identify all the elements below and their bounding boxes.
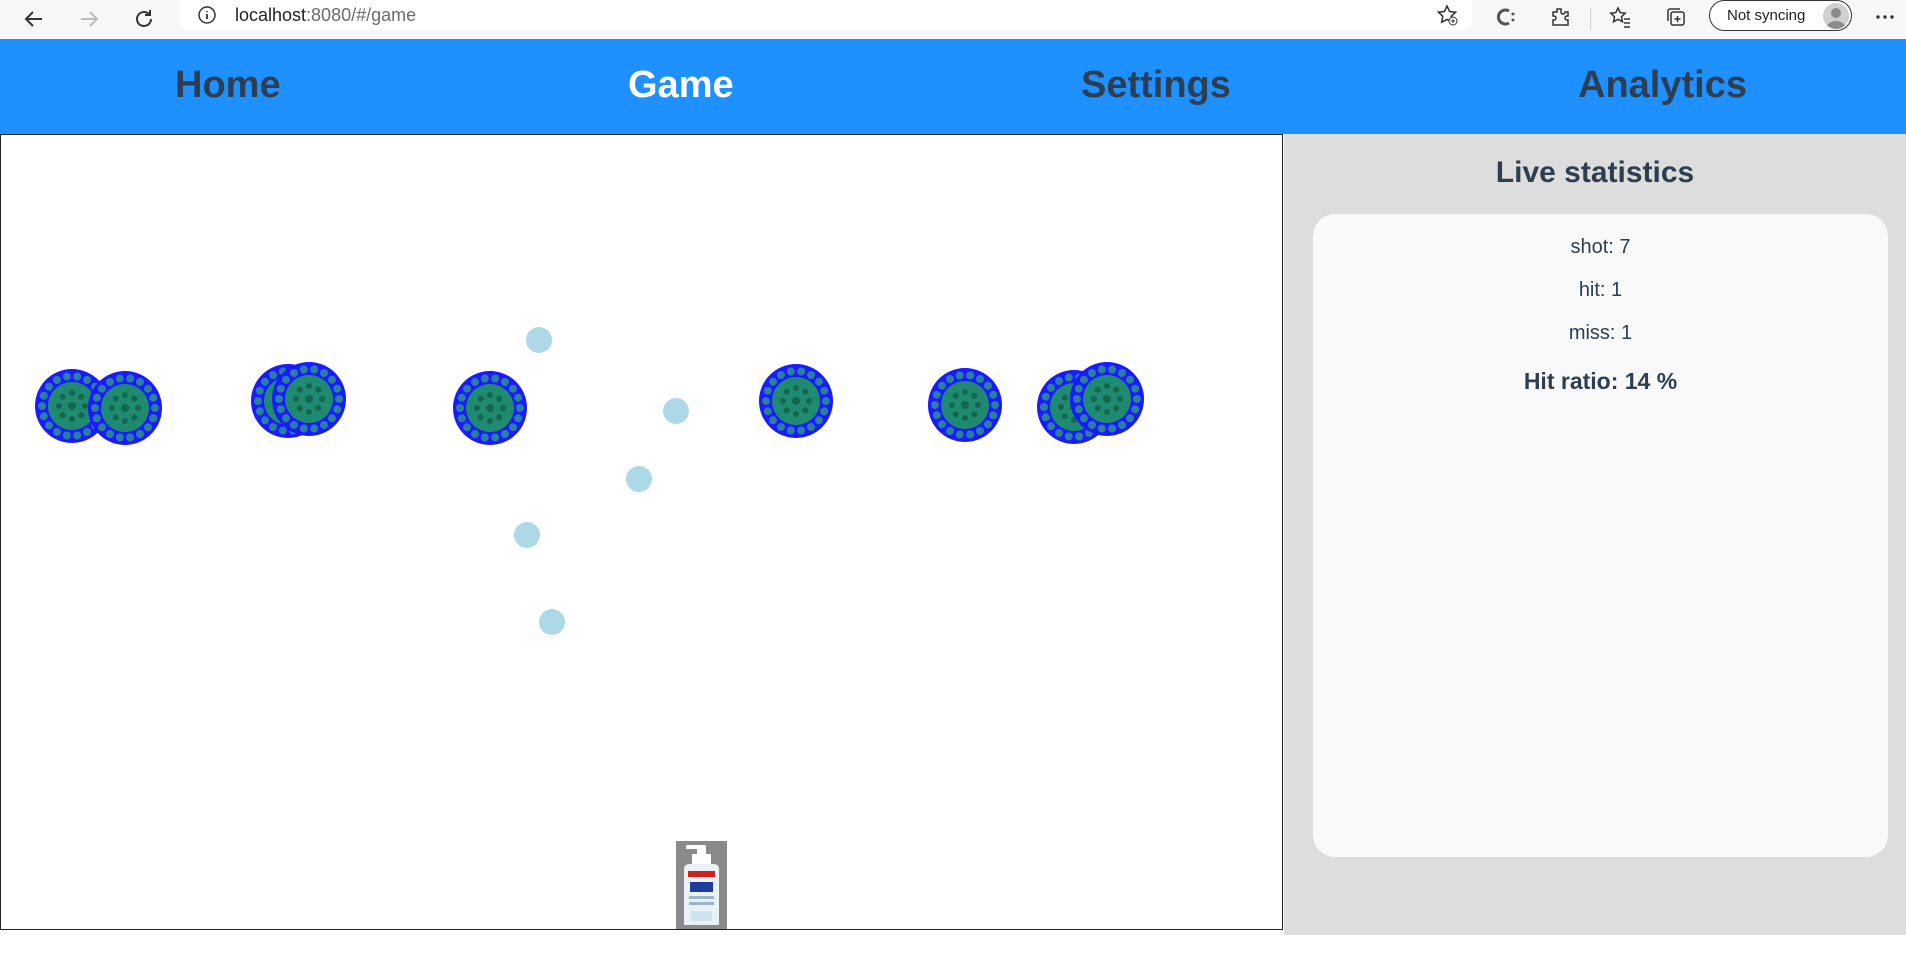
virus-enemy: [452, 369, 528, 447]
url-path: :8080/#/game: [306, 5, 417, 25]
sync-label: Not syncing: [1727, 7, 1806, 24]
virus-icon: [88, 371, 162, 445]
nav-home-link[interactable]: Home: [175, 64, 281, 107]
arrow-left-icon: [24, 11, 42, 27]
url-text[interactable]: localhost:8080/#/game: [235, 5, 416, 26]
more-horizontal-icon: [1876, 15, 1894, 19]
virus-enemy: [1069, 360, 1145, 438]
virus-enemy: [87, 369, 163, 447]
game-canvas[interactable]: [0, 134, 1283, 930]
favorites-button[interactable]: [1605, 2, 1635, 32]
sanitizer-bottle-icon: [676, 841, 727, 929]
stats-title: Live statistics: [1495, 156, 1695, 189]
virus-icon: [453, 371, 527, 445]
user-icon: [1826, 8, 1846, 29]
virus-enemy: [927, 366, 1003, 444]
more-menu-button[interactable]: [1870, 2, 1900, 32]
avatar: [1823, 3, 1849, 29]
info-icon[interactable]: [197, 5, 217, 25]
nav-game-link[interactable]: Game: [628, 64, 734, 107]
virus-enemy: [271, 360, 347, 438]
address-bar[interactable]: localhost:8080/#/game: [180, 0, 1472, 30]
nav-analytics-link[interactable]: Analytics: [1578, 64, 1747, 107]
collections-icon: [1667, 8, 1685, 26]
virus-icon: [928, 368, 1002, 442]
arrow-right-icon: [81, 11, 99, 27]
sanitizer-drop: [526, 327, 552, 353]
virus-enemy: [758, 362, 834, 440]
sanitizer-bottle-player[interactable]: [676, 841, 727, 929]
sanitizer-drop: [626, 466, 652, 492]
stat-miss: miss: 1: [1568, 322, 1633, 344]
stats-panel: Live statistics shot: 7 hit: 1 miss: 1 H…: [1284, 134, 1906, 935]
favorite-add-button[interactable]: [1432, 0, 1462, 30]
stat-hit: hit: 1: [1578, 279, 1623, 301]
star-add-icon: [1436, 4, 1458, 26]
virus-icon: [1070, 362, 1144, 436]
stats-card: shot: 7 hit: 1 miss: 1 Hit ratio: 14 %: [1313, 214, 1888, 857]
virus-icon: [759, 364, 833, 438]
favorites-icon: [1609, 6, 1630, 28]
puzzle-icon: [1552, 8, 1569, 26]
extension-c-button[interactable]: [1490, 2, 1520, 32]
back-button[interactable]: [17, 2, 51, 36]
collections-button[interactable]: [1661, 2, 1691, 32]
nav-settings-link[interactable]: Settings: [1081, 64, 1231, 107]
stat-hit-ratio: Hit ratio: 14 %: [1523, 368, 1678, 394]
virus-icon: [272, 362, 346, 436]
browser-toolbar: localhost:8080/#/game Not syncing: [0, 0, 1906, 38]
forward-button[interactable]: [72, 2, 106, 36]
sanitizer-drop: [663, 398, 689, 424]
toolbar-divider: [1590, 8, 1591, 30]
sanitizer-drop: [539, 609, 565, 635]
reload-button[interactable]: [127, 2, 161, 36]
profile-sync-button[interactable]: Not syncing: [1709, 0, 1852, 31]
extensions-button[interactable]: [1545, 2, 1575, 32]
c-extension-icon: [1496, 8, 1515, 26]
reload-icon: [136, 10, 152, 27]
stat-shot: shot: 7: [1570, 236, 1631, 258]
url-host: localhost: [235, 5, 307, 25]
sanitizer-drop: [514, 522, 540, 548]
app-nav-bar: Home Game Settings Analytics: [0, 39, 1906, 134]
